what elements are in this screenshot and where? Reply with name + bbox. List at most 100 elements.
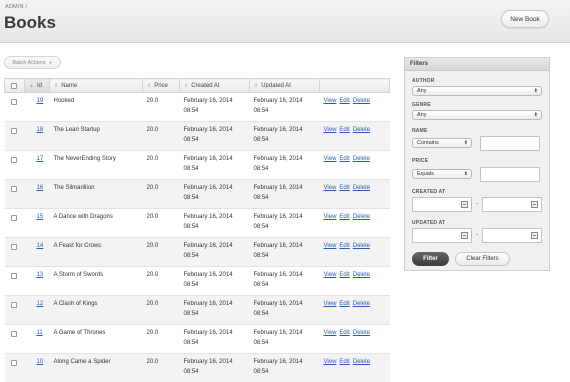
created-at-from-input[interactable] <box>412 197 472 212</box>
actions-cell: View Edit Delete <box>319 150 390 180</box>
delete-link[interactable]: Delete <box>353 185 370 191</box>
price-filter-input[interactable] <box>480 167 540 182</box>
name-cell: A Feast for Crows <box>49 237 143 267</box>
actions-cell: View Edit Delete <box>319 179 390 209</box>
edit-link[interactable]: Edit <box>339 185 349 191</box>
edit-link[interactable]: Edit <box>339 243 349 249</box>
created-at-to-input[interactable] <box>482 197 542 212</box>
view-link[interactable]: View <box>324 301 337 307</box>
actions-cell: View Edit Delete <box>319 121 390 151</box>
updated-at-cell: February 16, 2014 08:54 <box>249 121 320 151</box>
updated-date: February 16, 2014 <box>253 214 303 220</box>
batch-actions-dropdown[interactable]: Batch Actions ▼ <box>4 56 61 69</box>
table-row: 17 The NeverEnding Story 20.0 February 16, … <box>4 150 390 180</box>
select-arrows-icon: ⬍ <box>463 171 468 177</box>
updated-at-cell: February 16, 2014 08:54 <box>249 237 320 267</box>
calendar-icon[interactable] <box>461 201 468 208</box>
row-checkbox[interactable] <box>10 186 17 192</box>
view-link[interactable]: View <box>324 330 337 336</box>
price-cell: 20.0 <box>142 237 180 267</box>
edit-link[interactable]: Edit <box>339 272 349 278</box>
view-link[interactable]: View <box>324 359 337 365</box>
delete-link[interactable]: Delete <box>353 301 370 307</box>
delete-link[interactable]: Delete <box>353 127 370 133</box>
range-separator: - <box>476 201 478 207</box>
id-link[interactable]: 12 <box>37 301 44 307</box>
column-header-id[interactable]: ▲ Id <box>24 78 50 93</box>
delete-link[interactable]: Delete <box>353 98 370 104</box>
edit-link[interactable]: Edit <box>339 127 349 133</box>
column-header-name[interactable]: ⇕ Name <box>49 78 143 93</box>
author-select[interactable]: Any ⬍ <box>412 86 542 96</box>
row-checkbox[interactable] <box>10 360 17 366</box>
updated-at-from-input[interactable] <box>412 228 472 243</box>
calendar-icon[interactable] <box>531 232 538 239</box>
name-filter-input[interactable] <box>480 136 540 151</box>
select-arrows-icon: ⬍ <box>533 112 538 118</box>
id-link[interactable]: 13 <box>37 272 44 278</box>
delete-link[interactable]: Delete <box>353 243 370 249</box>
price-operator-select[interactable]: Equals ⬍ <box>412 169 472 179</box>
price-cell: 20.0 <box>142 266 180 296</box>
row-checkbox[interactable] <box>10 273 17 279</box>
id-link[interactable]: 11 <box>37 330 43 336</box>
updated-at-cell: February 16, 2014 08:54 <box>249 295 320 325</box>
price-cell: 20.0 <box>142 92 180 122</box>
created-at-cell: February 16, 2014 08:54 <box>179 179 250 209</box>
id-link[interactable]: 16 <box>37 185 44 191</box>
row-checkbox[interactable] <box>10 128 17 134</box>
edit-link[interactable]: Edit <box>339 98 349 104</box>
row-checkbox[interactable] <box>10 157 17 163</box>
id-link[interactable]: 14 <box>37 243 44 249</box>
new-book-button[interactable]: New Book <box>501 10 549 28</box>
created-at-cell: February 16, 2014 08:54 <box>179 121 250 151</box>
column-header-updated-at[interactable]: ⇕ Updated At <box>249 78 320 93</box>
updated-at-to-input[interactable] <box>482 228 542 243</box>
row-checkbox[interactable] <box>10 244 17 250</box>
updated-at-cell: February 16, 2014 08:54 <box>249 266 320 296</box>
id-link[interactable]: 15 <box>37 214 44 220</box>
created-time: 08:54 <box>183 195 199 201</box>
row-checkbox[interactable] <box>10 331 17 337</box>
edit-link[interactable]: Edit <box>339 156 349 162</box>
created-at-cell: February 16, 2014 08:54 <box>179 237 250 267</box>
select-all-checkbox[interactable] <box>11 83 17 89</box>
id-link[interactable]: 17 <box>37 156 44 162</box>
updated-at-cell: February 16, 2014 08:54 <box>249 150 320 180</box>
view-link[interactable]: View <box>324 185 337 191</box>
delete-link[interactable]: Delete <box>353 330 370 336</box>
row-checkbox[interactable] <box>10 215 17 221</box>
delete-link[interactable]: Delete <box>353 214 370 220</box>
view-link[interactable]: View <box>324 272 337 278</box>
delete-link[interactable]: Delete <box>353 156 370 162</box>
id-link[interactable]: 10 <box>37 359 44 365</box>
updated-time: 08:54 <box>253 166 269 172</box>
clear-filters-button[interactable]: Clear Filters <box>455 252 510 266</box>
delete-link[interactable]: Delete <box>353 272 370 278</box>
id-link[interactable]: 18 <box>37 127 44 133</box>
name-operator-select[interactable]: Contains ⬍ <box>412 138 472 148</box>
column-header-price[interactable]: ⇕ Price <box>142 78 180 93</box>
calendar-icon[interactable] <box>461 232 468 239</box>
view-link[interactable]: View <box>324 243 337 249</box>
delete-link[interactable]: Delete <box>353 359 370 365</box>
edit-link[interactable]: Edit <box>339 330 349 336</box>
view-link[interactable]: View <box>324 98 337 104</box>
breadcrumb-admin[interactable]: ADMIN <box>5 4 24 10</box>
edit-link[interactable]: Edit <box>339 359 349 365</box>
created-time: 08:54 <box>183 282 199 288</box>
edit-link[interactable]: Edit <box>339 214 349 220</box>
filter-button[interactable]: Filter <box>412 252 449 266</box>
edit-link[interactable]: Edit <box>339 301 349 307</box>
row-checkbox[interactable] <box>10 99 17 105</box>
row-checkbox[interactable] <box>10 302 17 308</box>
view-link[interactable]: View <box>324 127 337 133</box>
view-link[interactable]: View <box>324 214 337 220</box>
id-link[interactable]: 19 <box>37 98 44 104</box>
calendar-icon[interactable] <box>531 201 538 208</box>
column-header-created-at[interactable]: ⇕ Created At <box>179 78 250 93</box>
view-link[interactable]: View <box>324 156 337 162</box>
name-filter-label: NAME <box>412 128 428 134</box>
created-time: 08:54 <box>183 369 199 375</box>
genre-select[interactable]: Any ⬍ <box>412 110 542 120</box>
